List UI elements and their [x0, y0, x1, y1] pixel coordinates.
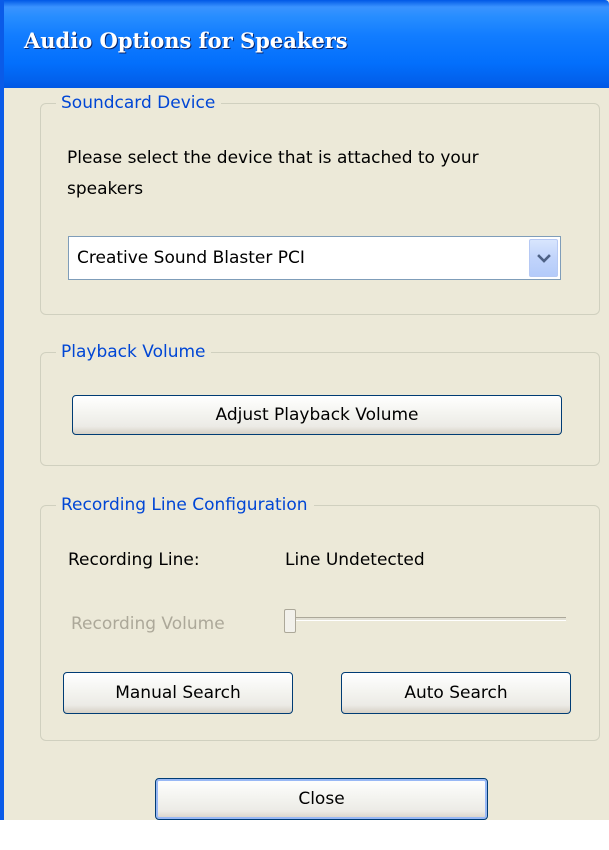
- soundcard-device-group: Soundcard Device: [40, 91, 600, 315]
- manual-search-button[interactable]: Manual Search: [63, 672, 293, 714]
- audio-options-dialog: Audio Options for Speakers Soundcard Dev…: [0, 0, 609, 820]
- adjust-playback-volume-button[interactable]: Adjust Playback Volume: [72, 395, 562, 435]
- title-bar[interactable]: Audio Options for Speakers: [4, 0, 609, 88]
- playback-volume-legend: Playback Volume: [56, 340, 212, 364]
- recording-volume-label: Recording Volume: [71, 614, 225, 634]
- soundcard-instruction-line-1: Please select the device that is attache…: [67, 148, 479, 168]
- recording-line-value: Line Undetected: [285, 550, 425, 570]
- chevron-down-icon: [537, 254, 551, 263]
- recording-volume-slider-thumb[interactable]: [284, 609, 296, 633]
- recording-line-legend: Recording Line Configuration: [56, 493, 314, 517]
- window-title: Audio Options for Speakers: [24, 28, 348, 53]
- dropdown-button[interactable]: [529, 239, 558, 277]
- soundcard-device-select[interactable]: Creative Sound Blaster PCI: [68, 236, 561, 280]
- recording-line-label: Recording Line:: [68, 550, 200, 570]
- soundcard-device-value: Creative Sound Blaster PCI: [77, 248, 305, 268]
- recording-volume-slider-track: [291, 617, 566, 621]
- close-button[interactable]: Close: [155, 778, 488, 820]
- soundcard-instruction-line-2: speakers: [67, 179, 144, 199]
- auto-search-button[interactable]: Auto Search: [341, 672, 571, 714]
- soundcard-device-legend: Soundcard Device: [56, 91, 222, 115]
